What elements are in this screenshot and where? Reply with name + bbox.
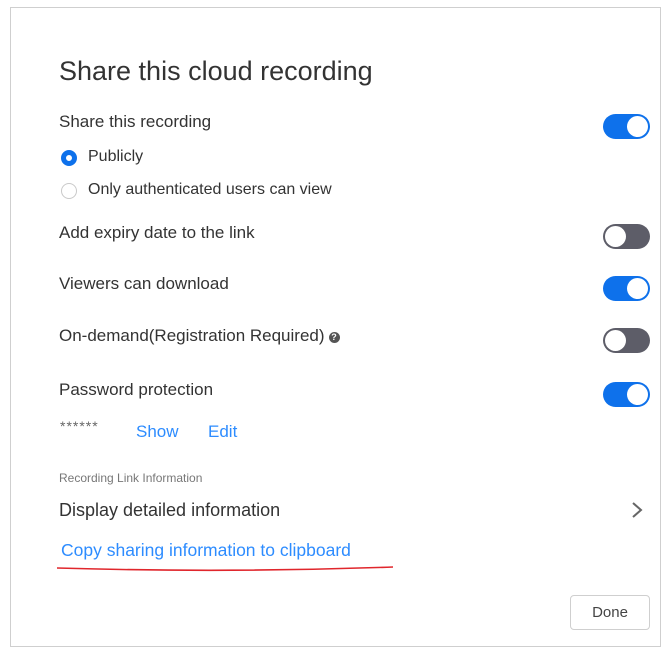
toggle-knob	[627, 384, 648, 405]
copy-sharing-info-link[interactable]: Copy sharing information to clipboard	[61, 540, 351, 561]
toggle-knob	[605, 226, 626, 247]
on-demand-text: On-demand(Registration Required)	[59, 326, 325, 345]
question-circle-icon[interactable]: ?	[328, 332, 340, 343]
password-masked-value: ******	[60, 418, 99, 434]
authenticated-only-label[interactable]: Only authenticated users can view	[88, 181, 332, 199]
on-demand-toggle[interactable]	[603, 328, 650, 353]
toggle-knob	[627, 278, 648, 299]
red-underline-annotation	[56, 566, 394, 572]
password-label: Password protection	[59, 380, 214, 399]
done-button[interactable]: Done	[570, 595, 650, 630]
toggle-knob	[627, 116, 648, 137]
publicly-label[interactable]: Publicly	[88, 148, 143, 166]
share-recording-dialog: Share this cloud recording Share this re…	[10, 7, 661, 647]
toggle-knob	[605, 330, 626, 351]
password-toggle[interactable]	[603, 382, 650, 407]
display-detailed-info[interactable]: Display detailed information	[59, 500, 280, 521]
chevron-right-icon[interactable]	[627, 500, 647, 520]
download-label: Viewers can download	[59, 274, 229, 293]
download-toggle[interactable]	[603, 276, 650, 301]
link-info-heading: Recording Link Information	[59, 471, 203, 485]
authenticated-only-radio[interactable]	[61, 183, 77, 199]
share-recording-toggle[interactable]	[603, 114, 650, 139]
share-recording-label: Share this recording	[59, 112, 212, 131]
publicly-radio[interactable]	[61, 150, 77, 166]
expiry-label: Add expiry date to the link	[59, 223, 255, 242]
edit-password-link[interactable]: Edit	[208, 422, 237, 442]
expiry-toggle[interactable]	[603, 224, 650, 249]
dialog-title: Share this cloud recording	[59, 56, 373, 86]
show-password-link[interactable]: Show	[136, 422, 179, 442]
on-demand-label: On-demand(Registration Required)?	[59, 326, 340, 346]
